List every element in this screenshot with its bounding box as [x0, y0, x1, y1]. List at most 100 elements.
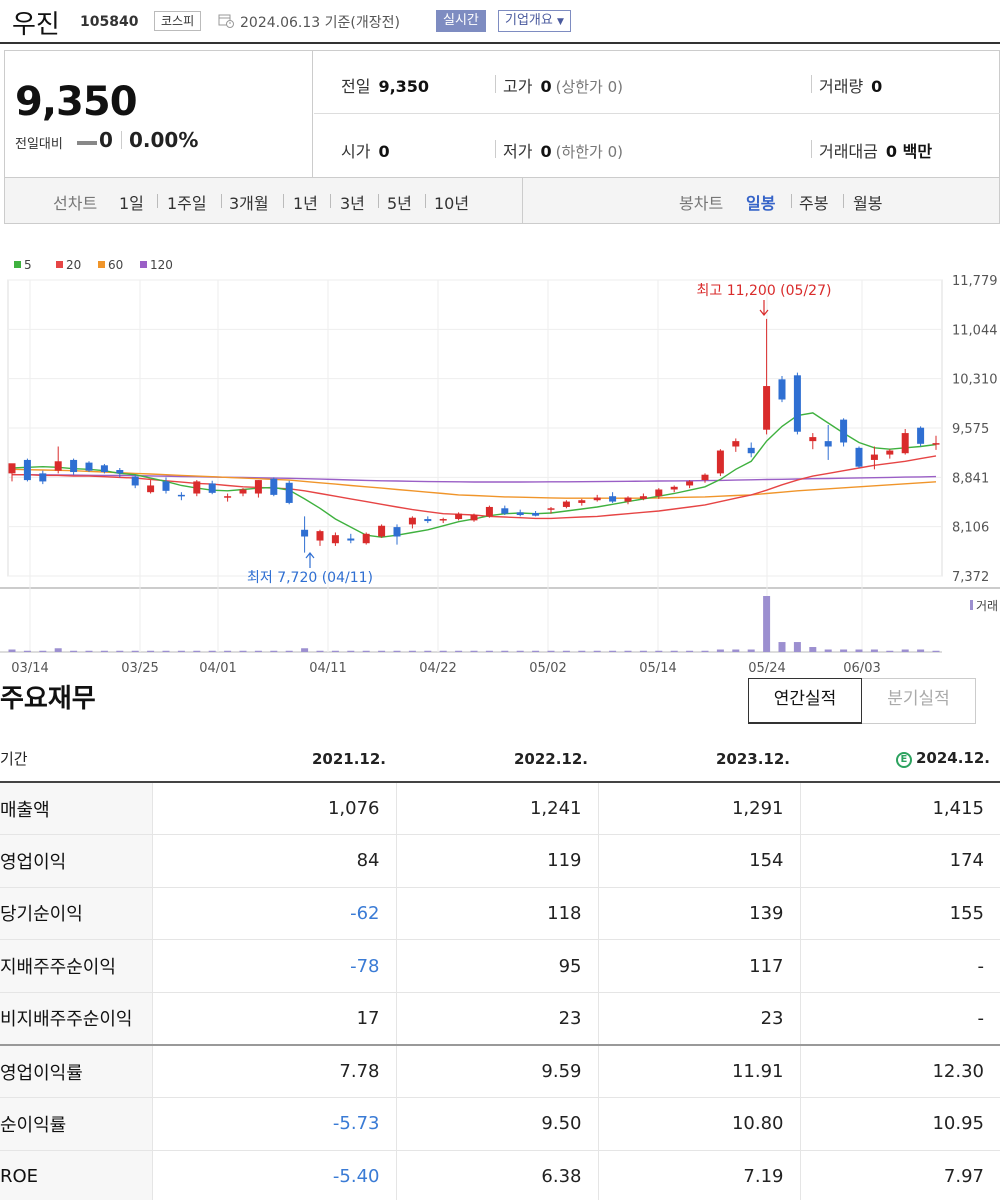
table-cell: - — [799, 939, 1000, 993]
high-value: 0 — [540, 77, 552, 96]
stock-code: 105840 — [80, 14, 139, 30]
y-tick-label: 8,106 — [952, 521, 989, 536]
legend-label: 5 — [24, 258, 32, 272]
tab-period-3y[interactable]: 3년 — [340, 190, 365, 214]
tab-candle-weekly[interactable]: 주봉 — [799, 190, 828, 214]
volume-bar — [147, 650, 155, 652]
volume-bar — [54, 648, 62, 652]
volume-legend-swatch — [970, 600, 973, 610]
tab-period-10y[interactable]: 10년 — [434, 190, 469, 214]
divider — [495, 75, 496, 93]
open-price: 시가 0 — [341, 138, 390, 162]
tab-period-3m[interactable]: 3개월 — [229, 190, 269, 214]
realtime-button[interactable]: 실시간 — [436, 10, 486, 32]
financials-title: 주요재무 — [0, 684, 96, 714]
amount-label: 거래대금 — [819, 142, 878, 161]
candle-body — [208, 483, 216, 493]
candle-body — [747, 447, 755, 454]
candle-body — [39, 473, 47, 482]
divider — [791, 194, 792, 208]
volume-bar — [239, 650, 247, 652]
row-label: ROE — [0, 1150, 152, 1200]
volume-bar — [870, 649, 878, 652]
candle-body — [609, 496, 617, 502]
date-basis: 기준(개장전) — [324, 15, 400, 31]
divider — [330, 194, 331, 208]
volume-bar — [639, 650, 647, 652]
estimate-icon: E — [895, 752, 912, 768]
volume-bar — [8, 649, 16, 652]
candlestick-chart[interactable]: 11,779 11,044 10,310 9,575 8,841 8,106 7,372 03… — [0, 240, 1000, 680]
candle-body — [116, 470, 124, 474]
volume-bar — [347, 650, 355, 652]
volume-bar — [547, 650, 555, 652]
candle-body — [54, 461, 62, 471]
table-cell: 95 — [395, 939, 598, 993]
high-annotation: 최고 11,200 (05/27) — [697, 283, 832, 299]
volume-bar — [439, 650, 447, 652]
volume-bar — [378, 650, 386, 652]
row-label: 영업이익률 — [0, 1043, 152, 1099]
legend-label: 20 — [66, 258, 81, 272]
tab-period-1w[interactable]: 1주일 — [167, 190, 207, 214]
low-value: 0 — [540, 142, 552, 161]
legend-label: 120 — [150, 258, 173, 272]
volume-bar — [793, 642, 801, 652]
table-cell: 10.80 — [597, 1097, 800, 1151]
divider — [811, 140, 812, 158]
table-cell: 174 — [799, 834, 1000, 888]
candle-body — [824, 441, 832, 447]
volume-bar — [501, 650, 509, 652]
candle-body — [408, 517, 416, 525]
price-panel: 9,350 전일대비 0 0.00% 전일 9,350 고가 0 (상한가 0) 거래… — [4, 50, 1000, 178]
volume-bar — [301, 648, 309, 652]
table-cell: 118 — [395, 887, 598, 941]
tab-period-1d[interactable]: 1일 — [119, 190, 144, 214]
volume-bar — [131, 650, 139, 652]
table-cell: - — [799, 992, 1000, 1046]
table-row: 비지배주주순이익 17 23 23- — [0, 992, 1000, 1046]
tab-annual-results[interactable]: 연간실적 — [748, 678, 862, 724]
candle-body — [562, 501, 570, 507]
y-tick-label: 8,841 — [952, 471, 989, 486]
legend-label: 60 — [108, 258, 123, 272]
table-row: 당기순이익 -62 118 139 155 — [0, 887, 1000, 941]
table-cell: -5.73 — [151, 1097, 396, 1151]
volume-bar — [470, 650, 478, 652]
candle-body — [131, 476, 139, 486]
volume-bar — [809, 647, 817, 652]
current-price: 9,350 — [15, 79, 138, 125]
table-row: ROE -5.40 6.38 7.19 7.97 — [0, 1150, 1000, 1200]
tab-quarterly-results[interactable]: 분기실적 — [862, 678, 976, 724]
column-header: 2023.12. — [598, 736, 800, 783]
company-overview-dropdown[interactable]: 기업개요 ▼ — [498, 10, 571, 32]
candle-body — [470, 515, 478, 521]
candle-body — [578, 500, 586, 503]
tab-candle-monthly[interactable]: 월봉 — [853, 190, 882, 214]
legend-swatch — [14, 261, 21, 268]
volume-label: 거래량 — [819, 77, 864, 96]
tab-period-5y[interactable]: 5년 — [387, 190, 412, 214]
financials-table: 기간 2021.12. 2022.12. 2023.12. E 2024.12. … — [0, 736, 1000, 1200]
tab-period-1y[interactable]: 1년 — [293, 190, 318, 214]
candle-body — [285, 482, 293, 503]
divider — [378, 194, 379, 208]
period-header: 기간 — [0, 736, 152, 783]
table-cell: 1,415 — [799, 782, 1000, 836]
candle-body — [254, 480, 262, 494]
x-tick-label: 03/25 — [121, 661, 158, 676]
candle-body — [763, 386, 771, 430]
prev-close: 전일 9,350 — [341, 73, 429, 97]
volume-bar — [716, 649, 724, 652]
volume-bar — [116, 650, 124, 652]
candle-body — [670, 486, 678, 490]
y-tick-label: 11,044 — [952, 323, 998, 338]
volume-bar — [624, 650, 632, 652]
candle-body — [362, 533, 370, 544]
tab-candle-daily[interactable]: 일봉 — [746, 190, 775, 214]
candle-body — [778, 379, 786, 400]
stock-header: 우진 105840 코스피 2024.06.13 기준(개장전) 실시간 기업개… — [0, 0, 1000, 44]
candle-body — [23, 459, 31, 481]
table-cell: 9.50 — [395, 1097, 598, 1151]
candle-body — [593, 497, 601, 501]
